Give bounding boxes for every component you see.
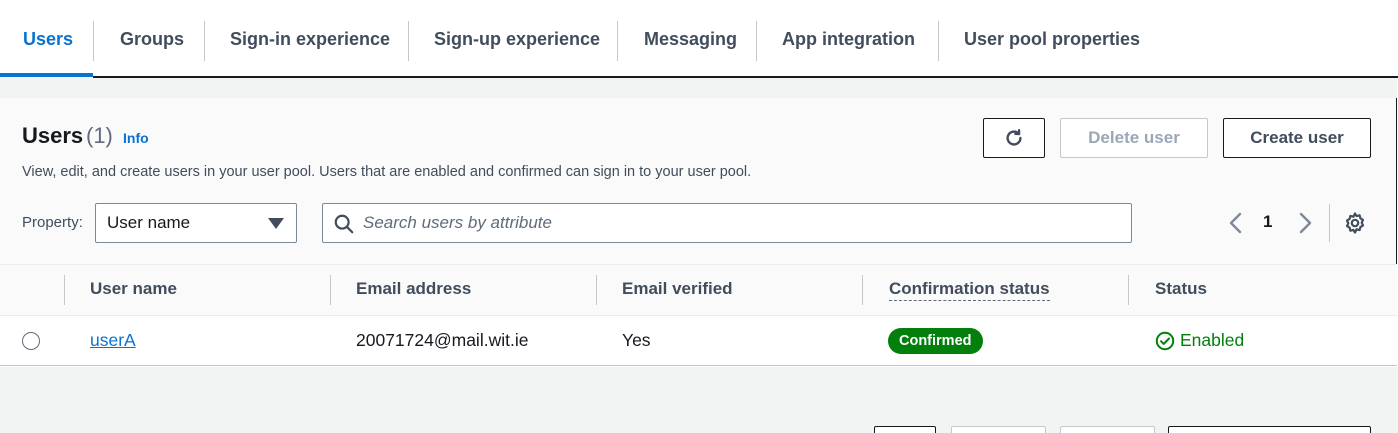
page-title: Users [22,123,84,148]
column-divider [1128,275,1129,305]
column-divider [862,275,863,305]
confirmation-status-badge: Confirmed [888,328,983,354]
current-page[interactable]: 1 [1263,212,1272,232]
tab-divider [756,21,757,61]
create-user-button[interactable]: Create user [1223,118,1371,158]
partial-button [874,426,936,433]
container-footer-band [0,367,1398,433]
confirmation-status-label: Confirmation status [889,279,1050,301]
chevron-left-icon[interactable] [1226,211,1246,235]
search-input[interactable] [363,204,1123,241]
column-header-status[interactable]: Status [1155,279,1207,299]
panel-description: View, edit, and create users in your use… [22,164,752,180]
property-label: Property: [22,214,83,231]
tab-users[interactable]: Users [23,0,73,78]
status-text: Enabled [1180,330,1245,350]
row-select-radio[interactable] [22,332,40,350]
column-header-email-verified[interactable]: Email verified [622,279,733,299]
search-box[interactable] [322,203,1132,243]
column-header-user-name[interactable]: User name [90,279,177,299]
column-divider [64,275,65,305]
partial-button [1060,426,1155,433]
caret-down-icon [268,218,284,229]
partial-button [951,426,1046,433]
tab-divider [617,21,618,61]
refresh-icon [1006,129,1022,146]
tab-groups[interactable]: Groups [120,0,184,78]
tab-divider [408,21,409,61]
tab-sign-in-experience[interactable]: Sign-in experience [230,0,390,78]
tab-bar: Users Groups Sign-in experience Sign-up … [0,0,1398,78]
property-select[interactable]: User name [95,203,297,243]
tab-user-pool-properties[interactable]: User pool properties [964,0,1140,78]
refresh-button[interactable] [983,118,1045,158]
tab-divider [204,21,205,61]
column-header-email-address[interactable]: Email address [356,279,471,299]
user-count: (1) [86,123,113,148]
user-name-link[interactable]: userA [90,330,136,351]
column-divider [330,275,331,305]
email-cell: 20071724@mail.wit.ie [356,330,529,350]
column-header-confirmation-status[interactable]: Confirmation status [889,279,1050,301]
search-icon [334,214,354,234]
gear-icon[interactable] [1343,211,1367,235]
partial-button [1168,426,1371,433]
tab-app-integration[interactable]: App integration [782,0,915,78]
active-tab-indicator [0,73,93,77]
pager-divider [1329,204,1330,242]
status-cell: Enabled [1155,330,1244,351]
delete-user-button[interactable]: Delete user [1060,118,1208,158]
tab-divider [93,21,94,61]
chevron-right-icon[interactable] [1295,211,1315,235]
column-divider [596,275,597,305]
info-link[interactable]: Info [123,130,149,146]
email-verified-cell: Yes [622,330,651,350]
tab-messaging[interactable]: Messaging [644,0,737,78]
property-select-value: User name [107,213,191,232]
tab-sign-up-experience[interactable]: Sign-up experience [434,0,600,78]
container-header-band [0,78,1397,98]
check-circle-icon [1155,331,1175,350]
tab-divider [938,21,939,61]
